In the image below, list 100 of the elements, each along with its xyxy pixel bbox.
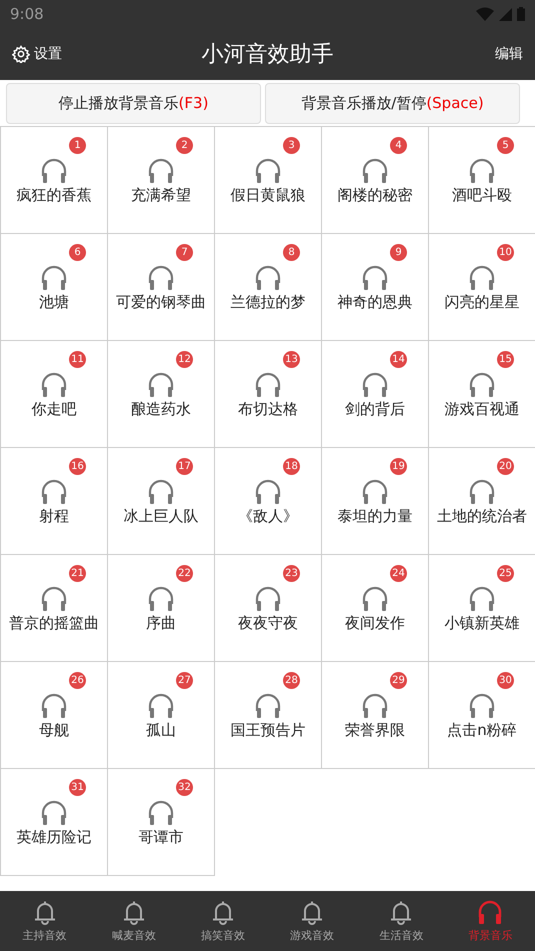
bell-icon [389,900,414,924]
nav-tab[interactable]: 喊麦音效 [89,891,178,951]
number-badge: 7 [176,244,193,261]
headphones-icon [40,158,68,184]
sound-item[interactable]: 4 阁楼的秘密 [322,127,429,234]
sound-item[interactable]: 29 荣誉界限 [322,662,429,769]
sound-item[interactable]: 3 假日黄鼠狼 [215,127,322,234]
wifi-icon [476,7,494,21]
bell-icon [210,900,235,924]
headphones-icon [254,158,282,184]
number-badge: 18 [283,458,300,475]
nav-tab[interactable]: 搞笑音效 [178,891,268,951]
headphones-icon [147,372,175,398]
sound-item[interactable]: 10 闪亮的星星 [429,234,535,341]
number-badge: 32 [176,779,193,796]
sound-item[interactable]: 17 冰上巨人队 [108,448,215,555]
sound-item[interactable]: 5 酒吧斗殴 [429,127,535,234]
number-badge: 3 [283,137,300,154]
sound-item[interactable]: 18 《敌人》 [215,448,322,555]
signal-icon [499,8,512,20]
headphones-icon [254,479,282,505]
number-badge: 26 [69,672,86,689]
status-time: 9:08 [10,5,44,23]
sound-item[interactable]: 30 点击n粉碎 [429,662,535,769]
headphones-icon [40,586,68,612]
number-badge: 1 [69,137,86,154]
sound-item[interactable]: 28 国王预告片 [215,662,322,769]
headphones-icon [361,479,389,505]
sound-item[interactable]: 14 剑的背后 [322,341,429,448]
headphones-icon [254,586,282,612]
sound-item[interactable]: 20 土地的统治者 [429,448,535,555]
headphones-icon [361,586,389,612]
number-badge: 29 [390,672,407,689]
sound-item[interactable]: 1 疯狂的香蕉 [1,127,108,234]
headphones-icon [468,479,496,505]
headphones-icon [40,693,68,719]
headphones-icon [147,479,175,505]
sound-item[interactable]: 24 夜间发作 [322,555,429,662]
number-badge: 24 [390,565,407,582]
edit-button[interactable]: 编辑 [495,45,523,63]
number-badge: 15 [497,351,514,368]
headphones-icon [468,586,496,612]
sound-item[interactable]: 6 池塘 [1,234,108,341]
headphones-icon [40,800,68,826]
headphones-icon [147,693,175,719]
number-badge: 13 [283,351,300,368]
headphones-icon [254,693,282,719]
headphones-icon [40,372,68,398]
headphones-icon [468,158,496,184]
number-badge: 14 [390,351,407,368]
sound-item[interactable]: 11 你走吧 [1,341,108,448]
sound-item[interactable]: 13 布切达格 [215,341,322,448]
number-badge: 19 [390,458,407,475]
nav-tab[interactable]: 主持音效 [0,891,90,951]
sound-item[interactable]: 23 夜夜守夜 [215,555,322,662]
sound-item[interactable]: 9 神奇的恩典 [322,234,429,341]
bell-icon [32,900,57,924]
number-badge: 21 [69,565,86,582]
number-badge: 28 [283,672,300,689]
headphones-icon [147,800,175,826]
headphones-icon [477,900,504,924]
nav-tab[interactable]: 生活音效 [356,891,446,951]
headphones-icon [468,265,496,291]
number-badge: 12 [176,351,193,368]
sound-item[interactable]: 32 哥谭市 [108,769,215,876]
number-badge: 22 [176,565,193,582]
number-badge: 17 [176,458,193,475]
nav-tab[interactable]: 游戏音效 [268,891,357,951]
sound-item[interactable]: 2 充满希望 [108,127,215,234]
settings-icon [12,45,30,63]
number-badge: 20 [497,458,514,475]
number-badge: 11 [69,351,86,368]
settings-button[interactable]: 设置 [12,45,62,63]
sound-item[interactable]: 16 射程 [1,448,108,555]
sound-item[interactable]: 7 可爱的钢琴曲 [108,234,215,341]
sound-item[interactable]: 21 普京的摇篮曲 [1,555,108,662]
number-badge: 2 [176,137,193,154]
headphones-icon [361,158,389,184]
sound-item[interactable]: 26 母舰 [1,662,108,769]
headphones-icon [254,372,282,398]
music-control-button[interactable]: 背景音乐播放/暂停(Space) [265,83,520,124]
sound-item[interactable]: 31 英雄历险记 [1,769,108,876]
headphones-icon [361,693,389,719]
sound-item[interactable]: 27 孤山 [108,662,215,769]
sound-item[interactable]: 12 酿造药水 [108,341,215,448]
number-badge: 9 [390,244,407,261]
sound-item[interactable]: 15 游戏百视通 [429,341,535,448]
bell-icon [122,900,146,924]
headphones-icon [147,265,175,291]
music-control-button[interactable]: 停止播放背景音乐(F3) [6,83,261,124]
sound-item[interactable]: 8 兰德拉的梦 [215,234,322,341]
number-badge: 31 [69,779,86,796]
number-badge: 4 [390,137,407,154]
sound-item[interactable]: 19 泰坦的力量 [322,448,429,555]
headphones-icon [40,479,68,505]
sound-item[interactable]: 25 小镇新英雄 [429,555,535,662]
sound-item[interactable]: 22 序曲 [108,555,215,662]
number-badge: 16 [69,458,86,475]
number-badge: 6 [69,244,86,261]
headphones-icon [254,265,282,291]
